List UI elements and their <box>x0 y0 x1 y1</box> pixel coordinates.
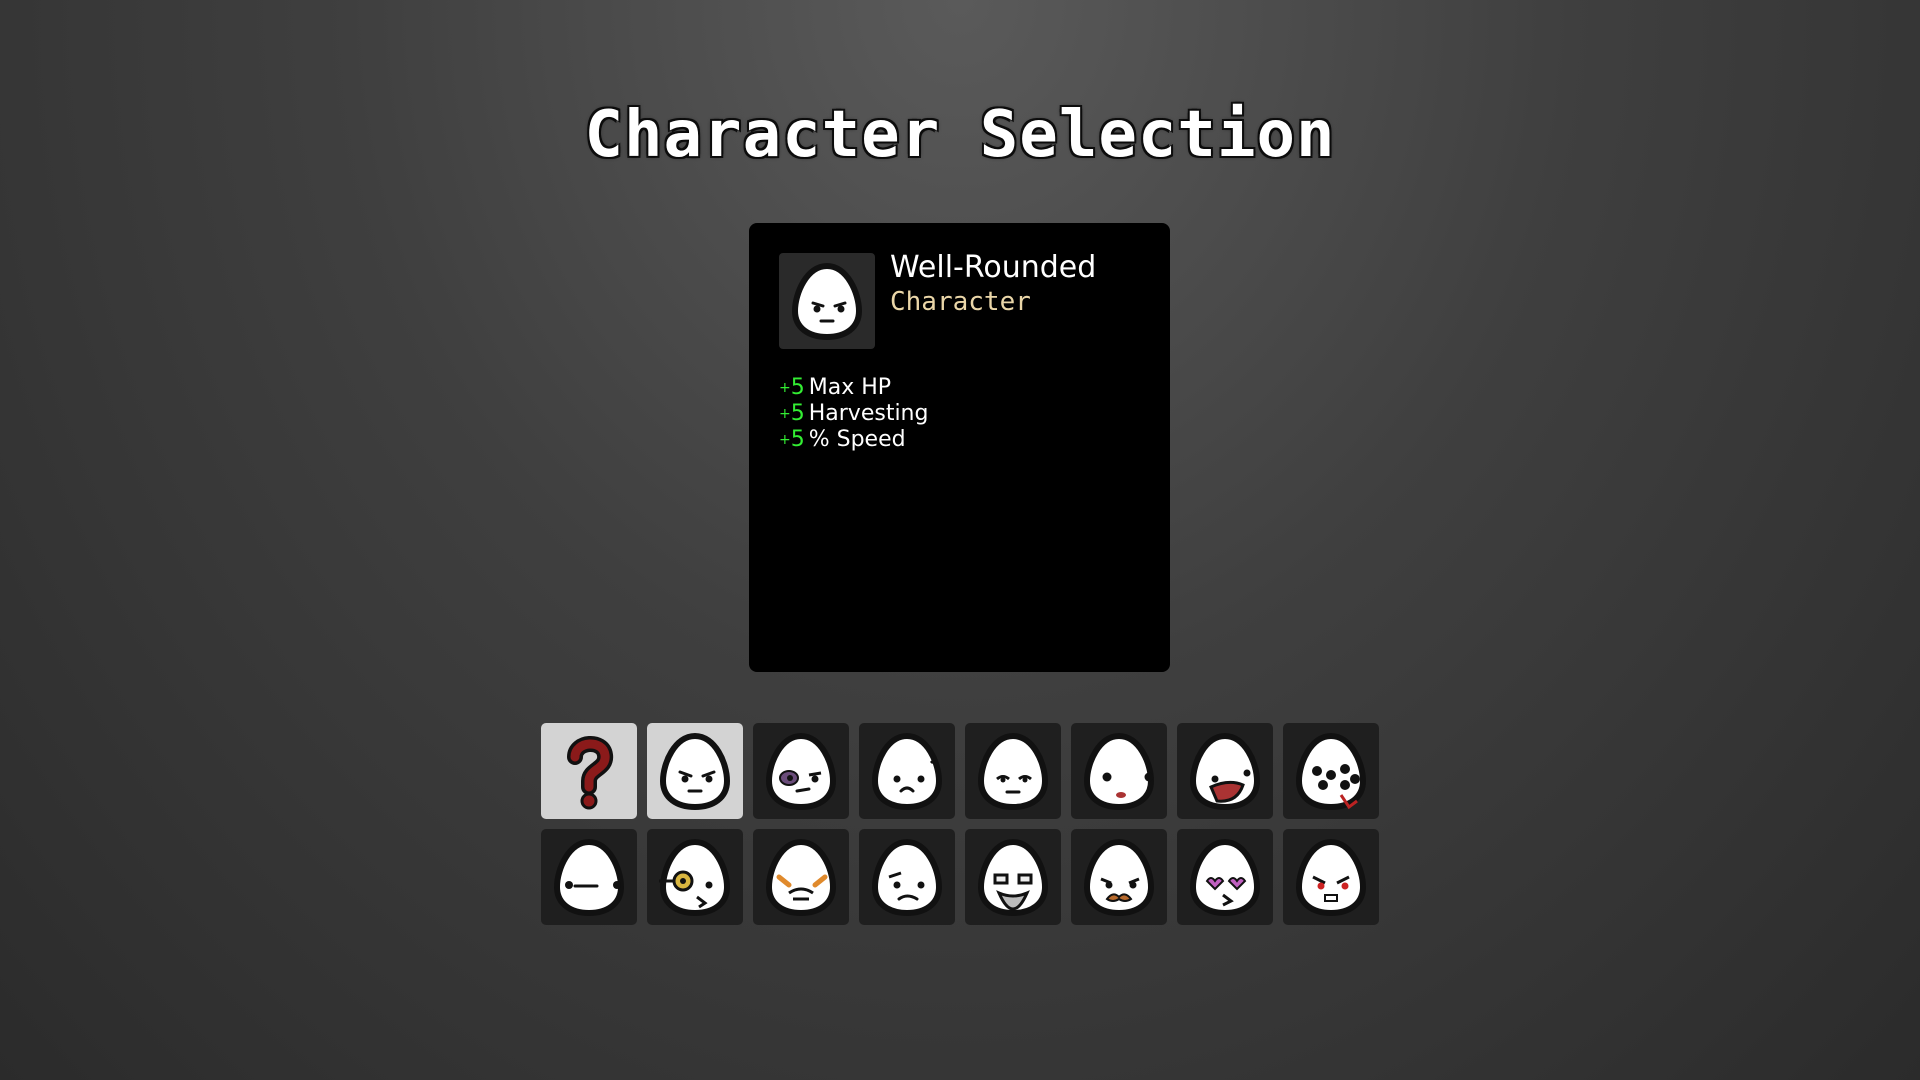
stat-label: Max HP <box>808 375 892 400</box>
random-question-mark-icon <box>567 736 614 810</box>
character-slot[interactable] <box>753 829 849 925</box>
character-slot[interactable] <box>1071 829 1167 925</box>
heart-eyes-egg-icon <box>1189 838 1261 917</box>
character-slot[interactable] <box>965 829 1061 925</box>
character-slot[interactable] <box>1283 723 1379 819</box>
stat-label: Harvesting <box>808 401 929 426</box>
character-grid <box>541 723 1379 925</box>
character-slot[interactable] <box>647 723 743 819</box>
character-slot[interactable] <box>1283 829 1379 925</box>
stat-value: 5 <box>790 401 805 426</box>
angry-brows-egg-icon <box>765 838 837 917</box>
stat-label: % Speed <box>808 427 906 452</box>
pouting-egg-icon <box>871 732 943 811</box>
grumpy-egg-icon <box>791 262 863 341</box>
sad-egg-icon <box>871 838 943 917</box>
character-slot[interactable] <box>753 723 849 819</box>
character-info-panel: Well-Rounded Character +5 Max HP +5 Harves… <box>749 223 1170 672</box>
character-slot[interactable] <box>541 723 637 819</box>
mustache-egg-icon <box>1083 838 1155 917</box>
multi-eyed-egg-icon <box>1295 732 1367 811</box>
character-slot[interactable] <box>859 829 955 925</box>
well-rounded-egg-icon <box>659 732 731 811</box>
stat-value: 5 <box>790 375 805 400</box>
monocle-egg-icon <box>659 838 731 917</box>
character-slot[interactable] <box>541 829 637 925</box>
bored-egg-icon <box>553 838 625 917</box>
bruised-egg-icon <box>765 732 837 811</box>
squinting-egg-icon <box>977 732 1049 811</box>
bearded-egg-icon <box>977 838 1049 917</box>
character-name: Well-Rounded <box>890 250 1097 285</box>
character-slot[interactable] <box>1177 723 1273 819</box>
stat-value: 5 <box>790 427 805 452</box>
character-slot[interactable] <box>1071 723 1167 819</box>
stat-harvesting: +5 Harvesting <box>779 401 929 426</box>
character-stats: +5 Max HP +5 Harvesting +5% Speed <box>779 375 928 453</box>
wide-eyed-egg-icon <box>1083 732 1155 811</box>
screen-title: Character Selection <box>584 98 1336 172</box>
character-slot[interactable] <box>1177 829 1273 925</box>
screaming-egg-icon <box>1189 732 1261 811</box>
character-slot[interactable] <box>965 723 1061 819</box>
stat-speed: +5% Speed <box>779 427 906 452</box>
character-portrait <box>779 253 875 349</box>
character-type: Character <box>890 287 1031 317</box>
character-slot[interactable] <box>647 829 743 925</box>
stat-max-hp: +5 Max HP <box>779 375 892 400</box>
character-slot[interactable] <box>859 723 955 819</box>
angry-red-eyed-egg-icon <box>1295 838 1367 917</box>
